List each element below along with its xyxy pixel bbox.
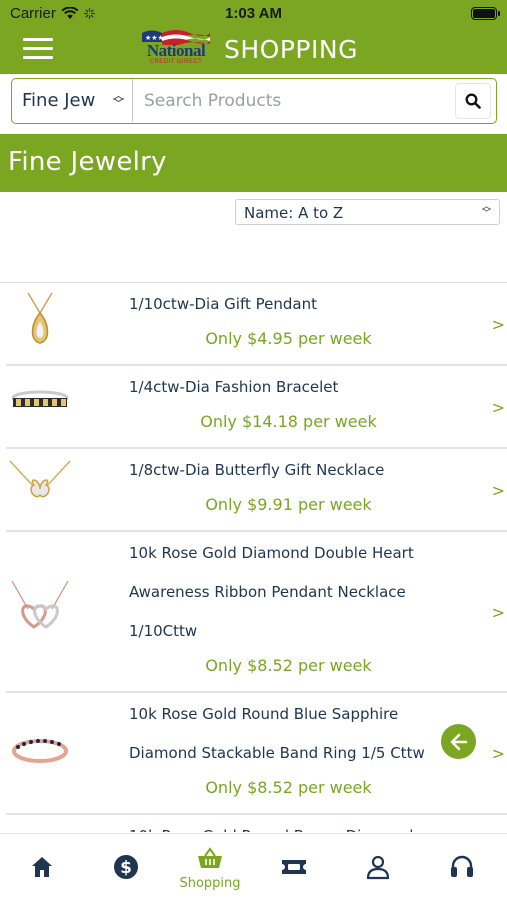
- logo-wordmark: National: [146, 41, 206, 60]
- ring-icon: [8, 815, 72, 832]
- chevron-updown-icon: ︿ ﹀: [113, 89, 124, 110]
- tab-account[interactable]: [336, 834, 420, 900]
- ring-icon: [8, 720, 72, 780]
- app-header: ★★★ National CREDIT DIRECT SHOPPING: [0, 28, 507, 74]
- product-row[interactable]: 1/4ctw-Dia Fashion Bracelet Only $14.18 p…: [6, 366, 507, 449]
- product-name-line: 1/8ctw-Dia Butterfly Gift Necklace: [129, 461, 385, 479]
- product-name-line: Awareness Ribbon Pendant Necklace: [129, 583, 406, 601]
- product-name: 1/8ctw-Dia Butterfly Gift Necklace: [129, 451, 459, 490]
- status-bar: Carrier 1:03 AM: [0, 0, 507, 28]
- product-price: Only $14.18 per week: [200, 412, 377, 431]
- product-row[interactable]: 1/10ctw-Dia Gift Pendant Only $4.95 per w…: [6, 283, 507, 366]
- chevron-updown-icon: ︿ ﹀: [481, 202, 491, 219]
- page-title: SHOPPING: [224, 35, 358, 64]
- search-button[interactable]: [455, 83, 491, 119]
- dollar-icon: $: [114, 855, 138, 879]
- heart-necklace-icon: [8, 579, 72, 639]
- product-name: 10k Rose Gold Round Blue Sapphire Diamond…: [129, 695, 459, 773]
- logo-subtitle: CREDIT DIRECT: [149, 59, 203, 65]
- hamburger-menu-icon[interactable]: [23, 38, 53, 60]
- category-title: Fine Jewelry: [0, 134, 507, 192]
- product-price: Only $4.95 per week: [205, 329, 372, 348]
- product-price: Only $8.52 per week: [205, 778, 372, 797]
- product-row[interactable]: 10k Rose Gold Round Blue Sapphire Diamond…: [6, 693, 507, 815]
- sort-select-value: Name: A to Z: [244, 204, 344, 222]
- clock: 1:03 AM: [225, 5, 282, 22]
- product-name-line: 10k Rose Gold Diamond Double Heart: [129, 544, 414, 562]
- product-name-line: 10k Rose Gold Round Brown Diamond: [129, 817, 459, 832]
- product-row[interactable]: 10k Rose Gold Round Brown Diamond: [6, 815, 507, 832]
- tab-support[interactable]: [420, 834, 504, 900]
- product-price: Only $8.52 per week: [205, 656, 372, 675]
- chevron-right-icon: >: [491, 480, 505, 500]
- tab-tickets[interactable]: [252, 834, 336, 900]
- product-name: 1/4ctw-Dia Fashion Bracelet: [129, 368, 459, 407]
- product-row[interactable]: 1/8ctw-Dia Butterfly Gift Necklace Only $…: [6, 449, 507, 532]
- chevron-right-icon: >: [491, 744, 505, 763]
- tab-payments[interactable]: $: [84, 834, 168, 900]
- bottom-tab-bar: $ Shopping: [0, 833, 507, 900]
- back-button[interactable]: [441, 724, 476, 759]
- search-bar: Fine Jew ︿ ﹀: [11, 78, 497, 124]
- tab-home[interactable]: [0, 834, 84, 900]
- product-name-line: 10k Rose Gold Round Blue Sapphire: [129, 705, 399, 723]
- product-name-line: 1/10Cttw: [129, 622, 198, 640]
- arrow-left-icon: [450, 733, 467, 750]
- sort-select[interactable]: Name: A to Z ︿ ﹀: [235, 199, 500, 225]
- search-input[interactable]: [136, 82, 446, 119]
- ticket-icon: [282, 860, 306, 874]
- product-name-line: 1/4ctw-Dia Fashion Bracelet: [129, 378, 339, 396]
- product-price: Only $9.91 per week: [205, 495, 372, 514]
- user-icon: [366, 855, 390, 880]
- battery-icon: [471, 7, 500, 20]
- tab-shopping-label: Shopping: [179, 876, 241, 891]
- svg-text:$: $: [120, 858, 132, 878]
- category-select-value: Fine Jew: [22, 90, 96, 111]
- product-name: 1/10ctw-Dia Gift Pendant: [129, 285, 459, 324]
- product-name-line: Diamond Stackable Band Ring 1/5 Cttw: [129, 744, 425, 762]
- category-select[interactable]: Fine Jew ︿ ﹀: [12, 79, 133, 122]
- chevron-right-icon: >: [491, 397, 505, 417]
- tab-shopping[interactable]: Shopping: [168, 834, 252, 900]
- chevron-right-icon: >: [491, 602, 505, 622]
- product-row[interactable]: 10k Rose Gold Diamond Double Heart Awaren…: [6, 532, 507, 693]
- chevron-right-icon: >: [491, 314, 505, 334]
- headset-icon: [451, 855, 473, 877]
- product-list: 1/10ctw-Dia Gift Pendant Only $4.95 per w…: [0, 282, 507, 832]
- search-icon: [465, 93, 481, 109]
- product-name: 10k Rose Gold Diamond Double Heart Awaren…: [129, 534, 459, 651]
- product-name: 10k Rose Gold Round Brown Diamond: [129, 817, 459, 832]
- national-credit-direct-logo: ★★★ National CREDIT DIRECT: [140, 29, 212, 67]
- product-name-line: 1/10ctw-Dia Gift Pendant: [129, 295, 317, 313]
- home-icon: [32, 857, 52, 877]
- basket-icon: [198, 847, 222, 868]
